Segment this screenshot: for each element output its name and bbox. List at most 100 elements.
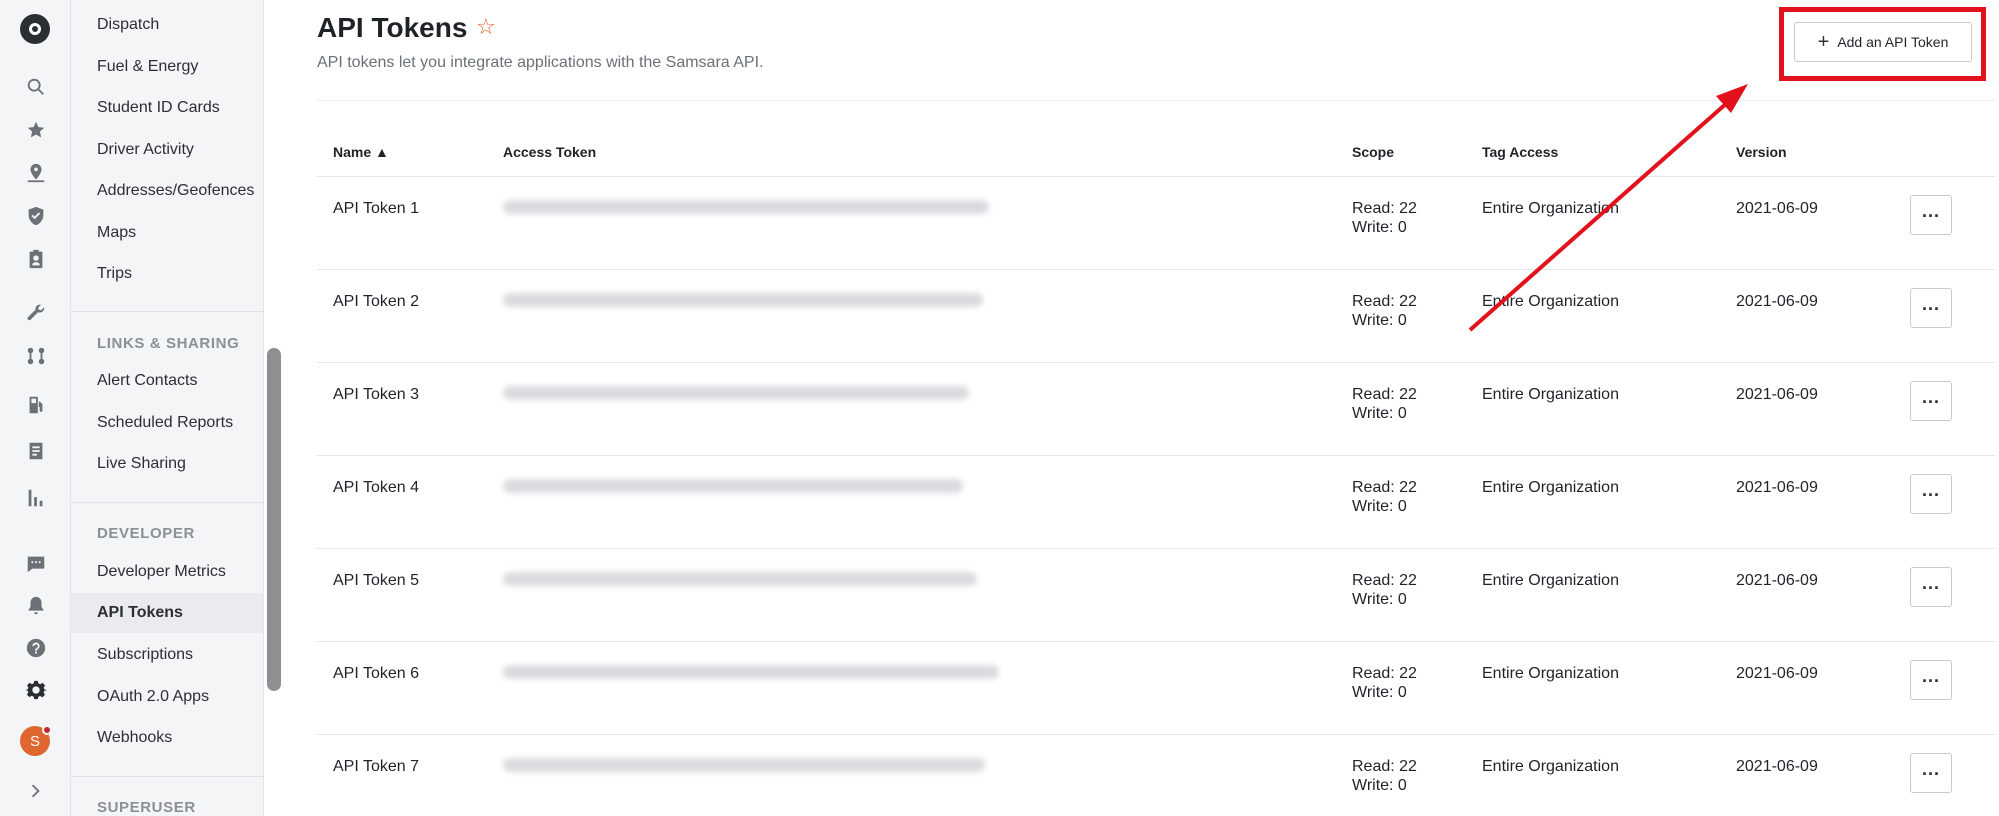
shield-icon[interactable] xyxy=(18,198,53,233)
token-tag-access: Entire Organization xyxy=(1482,572,1619,589)
annotation-highlight-box xyxy=(1779,7,1986,81)
chevron-right-icon[interactable] xyxy=(18,773,53,808)
gear-icon[interactable] xyxy=(18,672,53,707)
scope-write: Write: 0 xyxy=(1352,312,1407,329)
nav-section-superuser: SUPERUSER xyxy=(97,799,196,816)
token-name: API Token 4 xyxy=(333,479,419,496)
access-token-redacted xyxy=(503,293,983,307)
icon-rail: S xyxy=(0,0,71,816)
row-more-button[interactable]: ... xyxy=(1910,753,1952,793)
table-row: API Token 6 Read: 22 Write: 0 Entire Orga… xyxy=(317,642,1995,735)
token-scope: Read: 22 Write: 0 xyxy=(1352,571,1417,609)
star-icon[interactable] xyxy=(18,112,53,147)
main-content: API Tokens ☆ API tokens let you integrat… xyxy=(286,0,1999,816)
column-header-version: Version xyxy=(1736,144,1787,160)
token-scope: Read: 22 Write: 0 xyxy=(1352,385,1417,423)
nav-item-scheduled-reports[interactable]: Scheduled Reports xyxy=(71,403,263,443)
nav-item-webhooks[interactable]: Webhooks xyxy=(71,718,263,758)
scope-write: Write: 0 xyxy=(1352,219,1407,236)
column-header-scope: Scope xyxy=(1352,144,1395,160)
scope-write: Write: 0 xyxy=(1352,591,1407,608)
page-title: API Tokens xyxy=(317,12,468,43)
token-tag-access: Entire Organization xyxy=(1482,386,1619,403)
column-header-tag-access: Tag Access xyxy=(1482,144,1559,160)
access-token-redacted xyxy=(503,200,989,214)
nav-divider xyxy=(71,502,263,503)
nav-item-student-id-cards[interactable]: Student ID Cards xyxy=(71,88,263,128)
avatar[interactable]: S xyxy=(20,725,52,756)
nav-item-addresses-geofences[interactable]: Addresses/Geofences xyxy=(71,171,263,211)
search-icon[interactable] xyxy=(18,69,53,104)
sidebar-scrollbar[interactable] xyxy=(267,348,281,691)
scope-write: Write: 0 xyxy=(1352,405,1407,422)
nav-item-driver-activity[interactable]: Driver Activity xyxy=(71,130,263,170)
route-icon[interactable] xyxy=(18,338,53,373)
nav-divider xyxy=(71,776,263,777)
nav-item-developer-metrics[interactable]: Developer Metrics xyxy=(71,552,263,592)
token-tag-access: Entire Organization xyxy=(1482,200,1619,217)
logo-icon[interactable] xyxy=(20,14,50,44)
table-row: API Token 4 Read: 22 Write: 0 Entire Orga… xyxy=(317,456,1995,549)
token-tag-access: Entire Organization xyxy=(1482,665,1619,682)
token-version: 2021-06-09 xyxy=(1736,572,1818,589)
nav-item-maps[interactable]: Maps xyxy=(71,213,263,253)
token-tag-access: Entire Organization xyxy=(1482,479,1619,496)
token-scope: Read: 22 Write: 0 xyxy=(1352,664,1417,702)
token-scope: Read: 22 Write: 0 xyxy=(1352,199,1417,237)
column-header-name[interactable]: Name ▲ xyxy=(333,144,389,160)
row-more-button[interactable]: ... xyxy=(1910,288,1952,328)
fuel-icon[interactable] xyxy=(18,387,53,422)
help-icon[interactable] xyxy=(18,630,53,665)
nav-section-developer: DEVELOPER xyxy=(97,525,195,542)
document-icon[interactable] xyxy=(18,433,53,468)
api-tokens-table: Name ▲ Access Token Scope Tag Access Ver… xyxy=(317,130,1995,816)
token-version: 2021-06-09 xyxy=(1736,386,1818,403)
access-token-redacted xyxy=(503,758,985,772)
access-token-redacted xyxy=(503,572,977,586)
nav-item-dispatch[interactable]: Dispatch xyxy=(71,5,263,45)
chat-icon[interactable] xyxy=(18,546,53,581)
nav-item-alert-contacts[interactable]: Alert Contacts xyxy=(71,361,263,401)
token-name: API Token 5 xyxy=(333,572,419,589)
token-scope: Read: 22 Write: 0 xyxy=(1352,478,1417,516)
scope-write: Write: 0 xyxy=(1352,777,1407,794)
nav-item-oauth-apps[interactable]: OAuth 2.0 Apps xyxy=(71,677,263,717)
scope-read: Read: 22 xyxy=(1352,293,1417,310)
bar-chart-icon[interactable] xyxy=(18,480,53,515)
nav-item-api-tokens[interactable]: API Tokens xyxy=(71,593,263,633)
row-more-button[interactable]: ... xyxy=(1910,474,1952,514)
nav-sidebar: Dispatch Fuel & Energy Student ID Cards … xyxy=(71,0,264,816)
map-pin-icon[interactable] xyxy=(18,155,53,190)
token-version: 2021-06-09 xyxy=(1736,200,1818,217)
token-tag-access: Entire Organization xyxy=(1482,758,1619,775)
token-scope: Read: 22 Write: 0 xyxy=(1352,292,1417,330)
scope-read: Read: 22 xyxy=(1352,200,1417,217)
token-version: 2021-06-09 xyxy=(1736,665,1818,682)
clipboard-icon[interactable] xyxy=(18,241,53,276)
row-more-button[interactable]: ... xyxy=(1910,195,1952,235)
bell-icon[interactable] xyxy=(18,588,53,623)
scope-read: Read: 22 xyxy=(1352,758,1417,775)
wrench-icon[interactable] xyxy=(18,295,53,330)
token-name: API Token 1 xyxy=(333,200,419,217)
row-more-button[interactable]: ... xyxy=(1910,381,1952,421)
nav-divider xyxy=(71,311,263,312)
nav-item-trips[interactable]: Trips xyxy=(71,254,263,294)
access-token-redacted xyxy=(503,479,963,493)
token-name: API Token 7 xyxy=(333,758,419,775)
header-divider xyxy=(317,100,1995,101)
token-name: API Token 2 xyxy=(333,293,419,310)
nav-section-links-sharing: LINKS & SHARING xyxy=(97,335,240,352)
nav-item-live-sharing[interactable]: Live Sharing xyxy=(71,444,263,484)
column-header-access-token: Access Token xyxy=(503,144,597,160)
table-row: API Token 3 Read: 22 Write: 0 Entire Orga… xyxy=(317,363,1995,456)
row-more-button[interactable]: ... xyxy=(1910,567,1952,607)
scope-read: Read: 22 xyxy=(1352,479,1417,496)
token-name: API Token 6 xyxy=(333,665,419,682)
row-more-button[interactable]: ... xyxy=(1910,660,1952,700)
nav-item-subscriptions[interactable]: Subscriptions xyxy=(71,635,263,675)
nav-item-fuel-energy[interactable]: Fuel & Energy xyxy=(71,47,263,87)
favorite-star-icon[interactable]: ☆ xyxy=(476,14,496,40)
access-token-redacted xyxy=(503,665,999,679)
table-row: API Token 2 Read: 22 Write: 0 Entire Orga… xyxy=(317,270,1995,363)
